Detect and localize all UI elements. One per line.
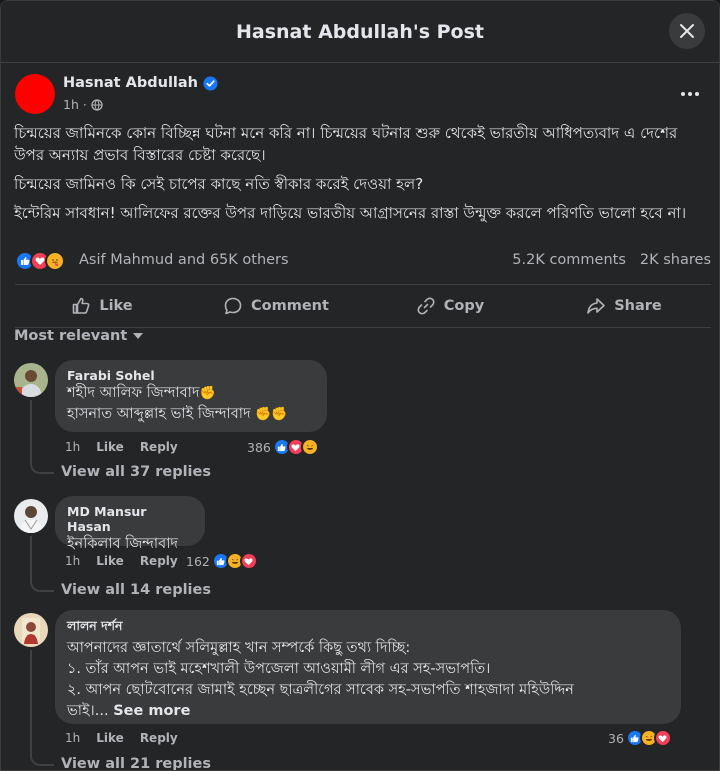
comment-item: MD Mansur Hasan ইনকিলাব জিন্দাবাদ 1h Lik… [1, 496, 719, 606]
commenter-avatar[interactable] [14, 363, 48, 397]
post-text: চিন্ময়ের জামিনকে কোন বিচ্ছিন্ন ঘটনা মনে… [14, 122, 709, 231]
view-replies-link[interactable]: View all 37 replies [61, 464, 211, 480]
commenter-avatar[interactable] [14, 499, 48, 533]
modal-header: Hasnat Abdullah's Post [1, 1, 719, 63]
commenter-name[interactable]: লালন দর্শন [67, 618, 669, 638]
shares-count[interactable]: 2K shares [640, 252, 711, 268]
copy-label: Copy [443, 298, 485, 314]
thread-connector [30, 752, 54, 766]
modal-title: Hasnat Abdullah's Post [236, 20, 484, 43]
post-header: Hasnat Abdullah 1h · [15, 74, 705, 118]
author-avatar[interactable] [15, 74, 55, 114]
comment-time[interactable]: 1h [65, 731, 80, 745]
comment-reply-button[interactable]: Reply [140, 440, 178, 454]
reaction-icons[interactable] [15, 251, 65, 271]
comment-label: Comment [251, 298, 329, 314]
comment-reactions[interactable]: 36 [608, 729, 672, 747]
share-label: Share [614, 298, 662, 314]
thread-connector [30, 460, 54, 474]
raised-fist-emoji-icon: ✊ [199, 386, 216, 401]
post-counts: 5.2K comments 2K shares [512, 252, 711, 268]
post-paragraph: চিন্ময়ের জামিনকে কোন বিচ্ছিন্ন ঘটনা মনে… [14, 124, 678, 164]
close-button[interactable] [669, 13, 705, 49]
globe-icon [91, 98, 103, 111]
share-button[interactable]: Share [537, 285, 711, 327]
comment-like-button[interactable]: Like [96, 731, 124, 745]
comment-time[interactable]: 1h [65, 554, 80, 568]
haha-reaction-icon [300, 438, 319, 456]
comment-time[interactable]: 1h [65, 440, 80, 454]
post-paragraph: চিন্ময়ের জামিনও কি সেই চাপের কাছে নতি স… [14, 175, 424, 193]
link-icon [417, 297, 435, 315]
comment-reply-button[interactable]: Reply [140, 554, 178, 568]
thread-line [30, 400, 32, 462]
comment-text-line: ১. তাঁর আপন ভাই মহেশখালী উপজেলা আওয়ামী … [67, 661, 491, 677]
post-time[interactable]: 1h [63, 97, 79, 112]
comment-meta: 1h Like Reply [65, 440, 178, 454]
commenter-name[interactable]: MD Mansur Hasan [67, 504, 193, 534]
thread-line [30, 650, 32, 754]
comment-bubble: Farabi Sohel শহীদ আলিফ জিন্দাবাদ✊ হাসনাত… [55, 360, 327, 432]
thread-line [30, 536, 32, 580]
comment-text-line: হাসনাত আব্দুল্লাহ ভাই জিন্দাবাদ ✊✊ [67, 404, 315, 425]
comment-reply-button[interactable]: Reply [140, 731, 178, 745]
comment-meta: 1h Like Reply [65, 731, 178, 745]
comment-button[interactable]: Comment [189, 285, 363, 327]
comment-bubble: লালন দর্শন আপনাদের জ্ঞাতার্থে সলিমুল্লাহ… [55, 610, 681, 724]
share-icon [587, 298, 606, 314]
post-meta: 1h · [63, 97, 103, 112]
love-reaction-icon [653, 729, 672, 747]
comment-icon [224, 297, 242, 315]
see-more-link[interactable]: See more [113, 703, 190, 719]
post-modal: Hasnat Abdullah's Post Hasnat Abdullah 1… [0, 0, 720, 771]
like-button[interactable]: Like [15, 285, 189, 327]
filter-label: Most relevant [14, 328, 128, 344]
comment-reaction-count: 36 [608, 730, 624, 746]
like-label: Like [99, 298, 133, 314]
comment-reactions[interactable]: 162 [186, 552, 258, 570]
comment-like-button[interactable]: Like [96, 554, 124, 568]
thumbs-up-icon [73, 297, 90, 314]
commenter-name[interactable]: Farabi Sohel [67, 368, 315, 383]
caret-down-icon [133, 333, 144, 339]
comment-meta: 1h Like Reply [65, 554, 178, 568]
care-reaction-icon [45, 251, 65, 271]
post-actions: Like Comment Copy Share [15, 284, 711, 328]
love-reaction-icon [239, 552, 258, 570]
reactions-text[interactable]: Asif Mahmud and 65K others [79, 252, 289, 268]
comment-text-line: আপনাদের জ্ঞাতার্থে সলিমুল্লাহ খান সম্পর্… [67, 640, 411, 656]
comment-item: Farabi Sohel শহীদ আলিফ জিন্দাবাদ✊ হাসনাত… [1, 360, 719, 490]
comment-text-line: শহীদ আলিফ জিন্দাবাদ✊ [67, 383, 315, 404]
comment-reaction-count: 386 [247, 439, 271, 455]
verified-badge-icon [203, 75, 218, 91]
post-scroll-area[interactable]: Hasnat Abdullah 1h · চিন্ময়ের জামিনকে ক… [1, 64, 719, 770]
comment-filter-dropdown[interactable]: Most relevant [14, 328, 144, 344]
post-paragraph: ইন্টেরিম সাবধান! আলিফের রক্তের উপর দাড়ি… [14, 204, 687, 222]
view-replies-link[interactable]: View all 14 replies [61, 582, 211, 598]
more-dots-icon [681, 92, 699, 96]
close-icon [680, 24, 694, 38]
raised-fist-emoji-icon: ✊✊ [255, 407, 288, 422]
comment-text-line: ইনকিলাব জিন্দাবাদ [67, 536, 179, 552]
comment-text-line: ভাই।... See more [67, 703, 191, 719]
copy-button[interactable]: Copy [363, 285, 537, 327]
author-row: Hasnat Abdullah [63, 75, 218, 91]
post-stats: Asif Mahmud and 65K others 5.2K comments… [15, 250, 711, 274]
more-options-button[interactable] [675, 82, 705, 106]
comment-item: লালন দর্শন আপনাদের জ্ঞাতার্থে সলিমুল্লাহ… [1, 610, 719, 770]
comment-reaction-count: 162 [186, 553, 210, 569]
comment-text-line: ২. আপন ছোটবোনের জামাই হচ্ছেন ছাত্রলীগের … [67, 682, 574, 698]
thread-connector [30, 578, 54, 592]
comment-like-button[interactable]: Like [96, 440, 124, 454]
author-name[interactable]: Hasnat Abdullah [63, 75, 198, 91]
commenter-avatar[interactable] [14, 613, 48, 647]
comment-bubble: MD Mansur Hasan ইনকিলাব জিন্দাবাদ [55, 496, 205, 552]
comments-count[interactable]: 5.2K comments [512, 252, 626, 268]
view-replies-link[interactable]: View all 21 replies [61, 756, 211, 770]
comment-reactions[interactable]: 386 [247, 438, 319, 456]
